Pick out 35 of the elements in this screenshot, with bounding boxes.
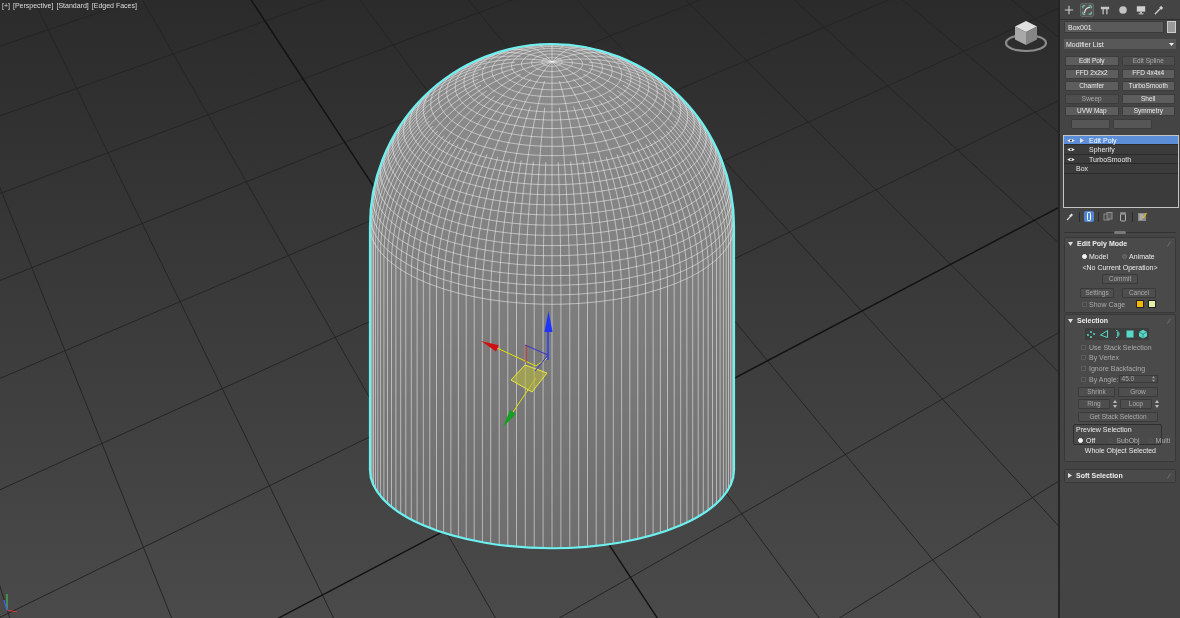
plus-icon [1064,4,1074,15]
collapse-triangle-icon[interactable] [1068,318,1073,323]
vertex-dots-icon[interactable] [1086,328,1097,339]
configure-icon[interactable] [1137,211,1147,223]
trash-icon[interactable] [1118,211,1128,223]
move-gizmo-icon[interactable] [481,311,553,427]
object-color-swatch[interactable] [1167,21,1176,33]
pin-icon[interactable] [1065,211,1075,223]
color-swatch[interactable] [1148,300,1156,309]
eye-icon[interactable] [1067,137,1075,143]
capsule-mesh-drawing[interactable] [368,43,736,550]
utilities-tab[interactable] [1153,3,1165,16]
caret-icon [1169,42,1174,46]
expand-triangle-icon[interactable] [1068,473,1072,479]
monitor-icon [1136,4,1146,15]
polygon-square-icon[interactable] [1124,328,1135,339]
collapse-triangle-icon[interactable] [1068,241,1073,246]
motion-tab[interactable] [1117,3,1129,16]
display-tab[interactable] [1135,3,1147,16]
radio-button[interactable] [1122,254,1128,260]
make-unique-icon[interactable] [1103,211,1113,223]
edge-triangle-icon[interactable] [1099,328,1110,339]
end-result-icon[interactable] [1084,211,1094,223]
eye-icon[interactable] [1067,147,1075,153]
color-swatch[interactable] [1136,300,1144,309]
element-cube-icon[interactable] [1137,328,1148,339]
hierarchy-icon [1100,4,1110,15]
create-tab[interactable] [1063,3,1075,16]
splitter-handle[interactable] [1114,231,1126,235]
ball-icon [1118,4,1128,15]
wrench-icon [1154,4,1164,15]
modify-tab[interactable] [1081,3,1093,16]
spinner-arrows-icon[interactable] [1152,376,1155,383]
curve-edit-icon [1082,4,1092,15]
eye-icon[interactable] [1067,156,1075,162]
